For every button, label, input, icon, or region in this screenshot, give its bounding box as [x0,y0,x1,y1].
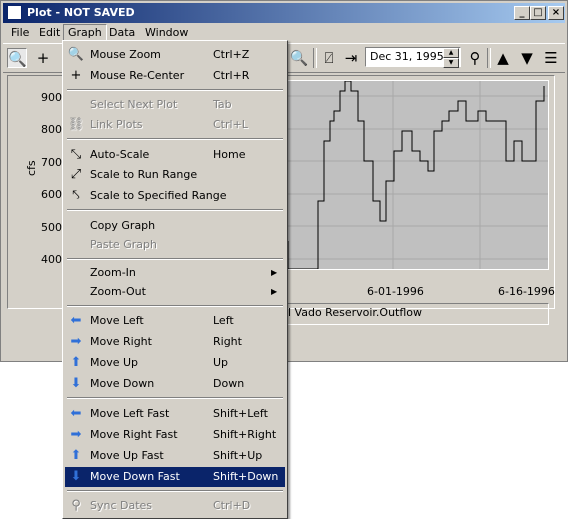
autoscale-icon: ⤡ [70,147,82,162]
arrow-up-fast-icon: ⬆ [70,448,82,463]
menu-separator [67,258,283,260]
menu-item-zoom-out[interactable]: Zoom-Out ▶ [65,282,285,302]
arrow-down-icon: ⬇ [70,376,82,391]
menu-separator [67,490,283,492]
maximize-button[interactable]: □ [530,6,546,20]
x-tick: 6-16-1996 [498,285,555,298]
spin-down-icon[interactable]: ▼ [443,58,459,68]
menu-item-mouse-recenter[interactable]: + Mouse Re-Center Ctrl+R [65,66,285,86]
menu-item-paste-graph: Paste Graph [90,238,157,251]
menu-item-move-left[interactable]: ⬅ Move Left Left [65,311,285,331]
menu-file[interactable]: File [7,25,33,41]
menu-item-auto-scale[interactable]: ⤡ Auto-Scale Home [65,145,285,165]
submenu-arrow-icon: ▶ [271,287,278,296]
menu-separator [67,209,283,211]
menu-item-scale-to-run-range[interactable]: ⤢ Scale to Run Range [65,165,285,185]
arrow-right-fast-icon: ➡ [70,427,82,442]
specified-range-icon: ⤣ [72,188,80,203]
spin-up-icon[interactable]: ▲ [443,48,459,58]
menu-item-copy-graph[interactable]: Copy Graph [65,216,285,236]
close-button[interactable]: × [548,6,564,20]
arrow-left-fast-icon: ⬅ [70,406,82,421]
sync-icon: ⚲ [71,498,81,513]
x-tick: 6-01-1996 [367,285,424,298]
y-axis-label: cfs [25,160,38,176]
menu-item-move-right-fast[interactable]: ➡ Move Right Fast Shift+Right [65,425,285,445]
submenu-arrow-icon: ▶ [271,268,278,277]
arrow-right-icon: ➡ [70,334,82,349]
window-title: Plot - NOT SAVED [27,6,135,19]
date-spinner[interactable]: ▲ ▼ [443,48,459,68]
toolbar-separator [313,48,317,68]
collapse-icon[interactable]: ⇥ [341,48,361,68]
scale-up-icon[interactable]: ▲ [493,48,513,68]
menu-item-mouse-zoom[interactable]: 🔍 Mouse Zoom Ctrl+Z [65,45,285,65]
toolbar-separator [487,48,491,68]
menu-item-zoom-in[interactable]: Zoom-In ▶ [65,263,285,283]
menu-item-move-left-fast[interactable]: ⬅ Move Left Fast Shift+Left [65,404,285,424]
sync-dates-icon[interactable]: ⚲ [465,48,485,68]
zoom-out-icon[interactable]: 🔍 [289,48,309,68]
menu-item-move-down[interactable]: ⬇ Move Down Down [65,374,285,394]
menu-separator [67,305,283,307]
app-icon[interactable] [7,5,22,20]
menu-item-move-down-fast[interactable]: ⬇ Move Down Fast Shift+Down [65,467,285,487]
zoom-tool-icon[interactable]: 🔍 [7,48,27,68]
menu-data[interactable]: Data [105,25,139,41]
scale-down-icon[interactable]: ▼ [517,48,537,68]
menu-item-link-plots: ⛓ Link Plots Ctrl+L [67,117,248,132]
menu-edit[interactable]: Edit [35,25,64,41]
recenter-tool-icon[interactable]: + [33,48,53,68]
menu-item-move-up[interactable]: ⬆ Move Up Up [65,353,285,373]
menu-separator [67,397,283,399]
menu-item-scale-to-specified-range[interactable]: ⤣ Scale to Specified Range [65,186,285,206]
arrow-left-icon: ⬅ [70,313,82,328]
menu-item-move-right[interactable]: ➡ Move Right Right [65,332,285,352]
menu-separator [67,89,283,91]
link-icon: ⛓ [67,117,85,132]
menu-item-sync-dates: ⚲ Sync Dates Ctrl+D [65,496,285,516]
fit-icon[interactable]: ⍁ [319,48,339,68]
menu-separator [67,138,283,140]
magnifier-icon: 🔍 [67,47,85,62]
menu-window[interactable]: Window [141,25,192,41]
menu-item-select-next-plot: Select Next Plot Tab [90,98,232,111]
legend-label: l Vado Reservoir.Outflow [288,306,423,319]
graph-menu-dropdown: 🔍 Mouse Zoom Ctrl+Z + Mouse Re-Center Ctrl+R… [62,40,288,519]
run-range-icon: ⤢ [70,167,82,182]
crosshair-icon: + [70,68,82,83]
minimize-button[interactable]: _ [514,6,530,20]
title-bar[interactable]: Plot - NOT SAVED _ □ × [3,3,565,23]
arrow-up-icon: ⬆ [70,355,82,370]
menu-item-move-up-fast[interactable]: ⬆ Move Up Fast Shift+Up [65,446,285,466]
arrow-down-fast-icon: ⬇ [70,469,82,484]
list-icon[interactable]: ☰ [541,48,561,68]
